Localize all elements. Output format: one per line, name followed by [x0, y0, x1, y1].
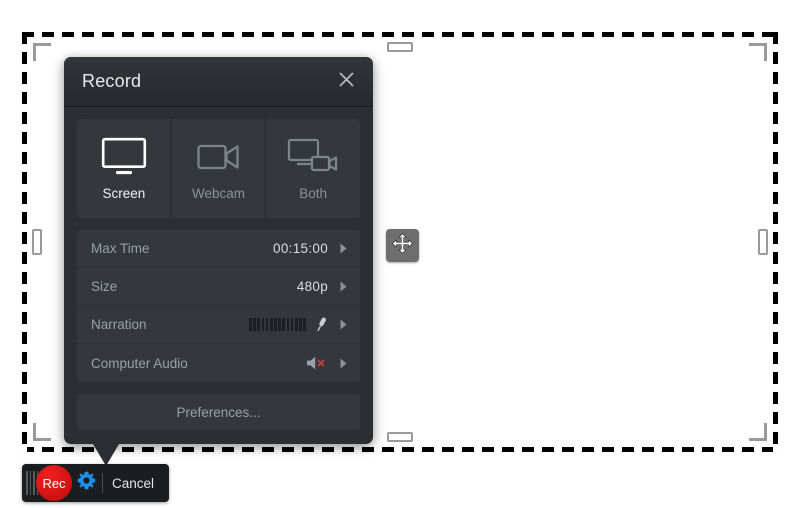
resize-handle-top-left[interactable]: [33, 43, 51, 61]
selection-border-right: [773, 32, 778, 452]
setting-value-size: 480p: [296, 279, 328, 294]
monitor-and-camera-icon: [287, 137, 339, 177]
control-bar-divider: [102, 473, 103, 493]
setting-label-max-time: Max Time: [91, 241, 150, 256]
panel-body: Screen Webcam Both Max Time 00:15:00 Siz…: [64, 107, 373, 444]
chevron-right-icon: [338, 319, 348, 330]
record-mode-group: Screen Webcam Both: [77, 119, 360, 218]
close-icon: [338, 71, 355, 93]
setting-value-max-time: 00:15:00: [273, 241, 328, 256]
setting-row-size[interactable]: Size 480p: [77, 268, 360, 306]
setting-row-computer-audio[interactable]: Computer Audio: [77, 344, 360, 382]
record-button[interactable]: Rec: [36, 465, 72, 501]
setting-label-size: Size: [91, 279, 118, 294]
record-panel: Record Screen Webcam Both Max Time 00:15…: [64, 57, 373, 466]
mode-button-webcam[interactable]: Webcam: [172, 119, 267, 218]
settings-button[interactable]: [72, 464, 100, 502]
cancel-button[interactable]: Cancel: [110, 476, 163, 491]
mode-label-screen: Screen: [102, 185, 146, 201]
selection-border-left: [22, 32, 27, 452]
resize-handle-right[interactable]: [758, 229, 768, 255]
setting-row-narration[interactable]: Narration: [77, 306, 360, 344]
setting-label-computer-audio: Computer Audio: [91, 355, 188, 371]
speaker-muted-icon: [305, 355, 329, 371]
chevron-right-icon: [338, 358, 348, 369]
close-button[interactable]: [333, 69, 359, 95]
audio-level-meter: [248, 318, 306, 331]
panel-titlebar: Record: [64, 57, 373, 107]
panel-title: Record: [82, 71, 142, 91]
microphone-icon: [313, 316, 329, 333]
selection-border-top: [22, 32, 778, 37]
resize-handle-top-right[interactable]: [749, 43, 767, 61]
setting-row-max-time[interactable]: Max Time 00:15:00: [77, 230, 360, 268]
resize-handle-left[interactable]: [32, 229, 42, 255]
mode-label-webcam: Webcam: [191, 185, 246, 201]
resize-handle-bottom-right[interactable]: [749, 423, 767, 441]
move-arrows-icon: [391, 232, 414, 260]
settings-list: Max Time 00:15:00 Size 480p Narration Co…: [77, 230, 360, 382]
resize-handle-bottom-left[interactable]: [33, 423, 51, 441]
setting-label-narration: Narration: [91, 317, 147, 332]
monitor-icon: [101, 137, 147, 177]
move-region-handle[interactable]: [386, 229, 419, 262]
gear-icon: [77, 471, 96, 495]
mode-label-both: Both: [299, 185, 328, 201]
mode-button-both[interactable]: Both: [266, 119, 360, 218]
resize-handle-bottom[interactable]: [387, 432, 413, 442]
recorder-control-bar: Rec Cancel: [22, 464, 170, 502]
mode-button-screen[interactable]: Screen: [77, 119, 172, 218]
resize-handle-top[interactable]: [387, 42, 413, 52]
chevron-right-icon: [338, 281, 348, 292]
preferences-button[interactable]: Preferences...: [77, 394, 360, 430]
selection-border-bottom: [22, 447, 778, 452]
panel-pointer-tail: [93, 444, 119, 466]
chevron-right-icon: [338, 243, 348, 254]
video-camera-icon: [196, 137, 242, 177]
